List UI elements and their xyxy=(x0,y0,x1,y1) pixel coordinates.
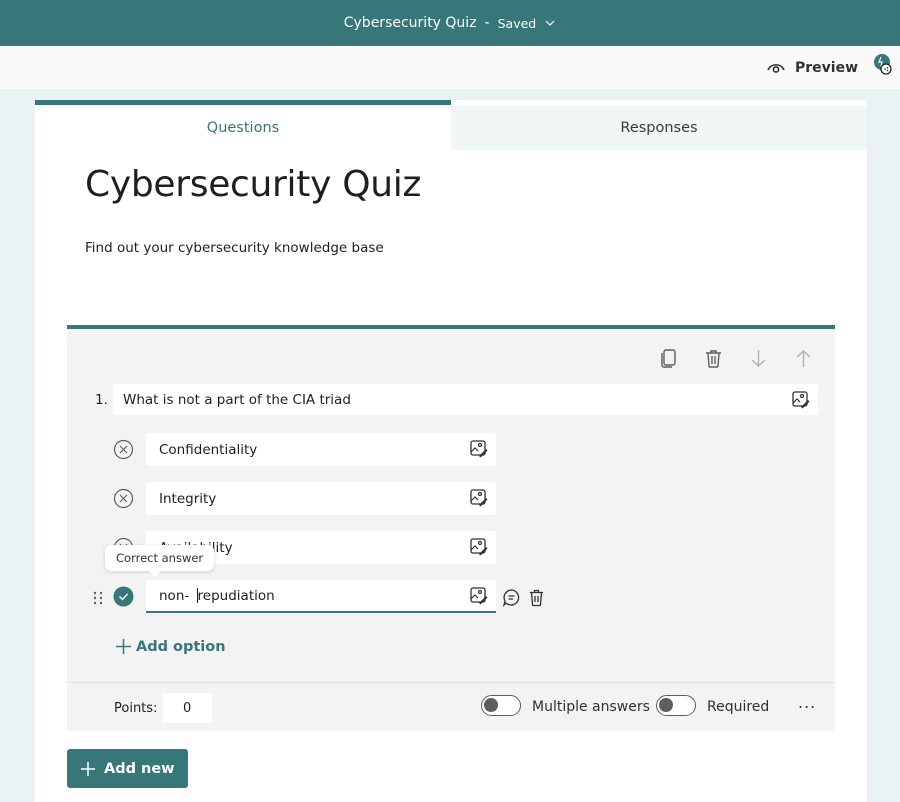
question-toolbar xyxy=(657,347,815,370)
question-card: 1. What is not a part of the CIA triad C… xyxy=(67,325,835,731)
plus-icon xyxy=(116,639,131,654)
option-text-before-caret: non- xyxy=(159,587,194,604)
multiple-answers-label: Multiple answers xyxy=(532,699,650,715)
form-editor: Questions Responses Cybersecurity Quiz F… xyxy=(35,100,867,802)
option-row: Integrity xyxy=(113,482,496,515)
title-bar: Cybersecurity Quiz - Saved xyxy=(0,0,900,46)
option-text: Integrity xyxy=(159,490,217,507)
required-toggle[interactable] xyxy=(656,695,696,716)
title-separator: - xyxy=(484,15,490,31)
option-input[interactable]: non- repudiation xyxy=(146,580,496,613)
option-input[interactable]: Integrity xyxy=(146,482,496,515)
tab-questions[interactable]: Questions xyxy=(35,100,451,150)
toolbar: Preview xyxy=(0,46,900,89)
form-description[interactable]: Find out your cybersecurity knowledge ba… xyxy=(85,240,384,256)
tab-responses[interactable]: Responses xyxy=(451,106,867,150)
drag-handle-icon[interactable] xyxy=(92,590,104,606)
preview-button[interactable]: Preview xyxy=(767,60,858,76)
comment-icon[interactable] xyxy=(502,588,521,607)
required-label: Required xyxy=(707,699,770,715)
question-text: What is not a part of the CIA triad xyxy=(123,391,351,408)
multiple-answers-toggle[interactable] xyxy=(481,695,521,716)
form-name: Cybersecurity Quiz xyxy=(343,15,477,31)
option-text-after-caret: repudiation xyxy=(197,587,275,604)
add-option-label: Add option xyxy=(136,638,226,655)
correct-answer-tooltip: Correct answer xyxy=(105,545,215,577)
chevron-down-icon[interactable] xyxy=(544,17,556,29)
question-footer: Points: 0 Multiple answers Required ... xyxy=(67,682,835,731)
points-input[interactable]: 0 xyxy=(163,693,212,723)
delete-option-icon[interactable] xyxy=(527,588,546,607)
move-up-icon[interactable] xyxy=(792,347,815,370)
delete-icon[interactable] xyxy=(702,347,725,370)
insert-media-icon[interactable] xyxy=(791,390,810,409)
form-title[interactable]: Cybersecurity Quiz xyxy=(85,164,421,205)
insert-media-icon[interactable] xyxy=(469,537,488,556)
copy-icon[interactable] xyxy=(657,347,680,370)
ideas-icon[interactable] xyxy=(872,52,894,78)
mark-correct-icon[interactable] xyxy=(113,488,134,509)
plus-icon xyxy=(81,761,95,776)
add-option-button[interactable]: Add option xyxy=(115,638,226,655)
question-number: 1. xyxy=(95,391,108,408)
correct-check-icon[interactable] xyxy=(113,586,134,607)
option-input[interactable]: Confidentiality xyxy=(146,433,496,466)
mark-correct-icon[interactable] xyxy=(113,439,134,460)
insert-media-icon[interactable] xyxy=(469,488,488,507)
points-label: Points: xyxy=(114,701,158,716)
option-text: Confidentiality xyxy=(159,441,258,458)
option-text: non- repudiation xyxy=(159,588,275,604)
insert-media-icon[interactable] xyxy=(469,439,488,458)
question-input[interactable]: What is not a part of the CIA triad xyxy=(113,384,818,415)
more-options-icon[interactable]: ... xyxy=(798,693,816,712)
option-row: non- repudiation xyxy=(113,580,496,613)
question-row: 1. What is not a part of the CIA triad xyxy=(95,384,818,415)
option-actions xyxy=(502,588,546,607)
preview-label: Preview xyxy=(794,59,858,76)
option-row: Confidentiality xyxy=(113,433,496,466)
save-status: Saved xyxy=(497,15,537,31)
add-new-button[interactable]: Add new xyxy=(67,749,188,788)
move-down-icon[interactable] xyxy=(747,347,770,370)
add-new-label: Add new xyxy=(104,760,175,777)
tab-bar: Questions Responses xyxy=(35,100,867,150)
insert-media-icon[interactable] xyxy=(469,586,488,605)
eye-icon xyxy=(767,63,785,73)
